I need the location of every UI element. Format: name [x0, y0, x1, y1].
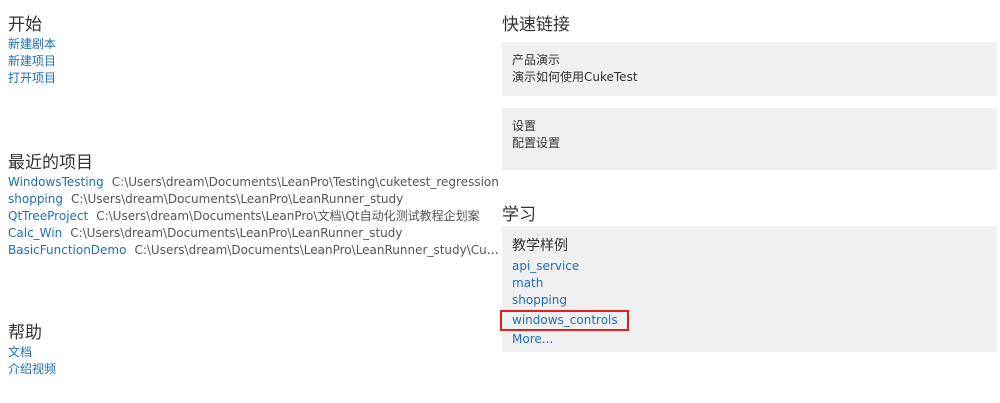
sample-shopping-link[interactable]: shopping [512, 292, 987, 309]
recent-title: 最近的项目 [8, 153, 93, 173]
settings-card[interactable]: 设置 配置设置 [502, 108, 997, 170]
list-item: QtTreeProject C:\Users\dream\Documents\Le… [8, 208, 500, 225]
card-title: 产品演示 [512, 53, 561, 67]
recent-project-path: C:\Users\dream\Documents\LeanPro\LeanRun… [70, 226, 403, 240]
recent-project-path: C:\Users\dream\Documents\LeanPro\LeanRun… [134, 243, 500, 257]
recent-project-path: C:\Users\dream\Documents\LeanPro\文档\Qt自动… [96, 209, 480, 223]
list-item: BasicFunctionDemo C:\Users\dream\Document… [8, 242, 500, 259]
recent-project-path: C:\Users\dream\Documents\LeanPro\Testing… [111, 175, 499, 189]
recent-project-link[interactable]: BasicFunctionDemo [8, 243, 126, 257]
sample-math-link[interactable]: math [512, 275, 987, 292]
samples-card: 教学样例 api_service math shopping windows_c… [500, 226, 997, 352]
help-title: 帮助 [8, 323, 42, 343]
recent-project-link[interactable]: QtTreeProject [8, 209, 88, 223]
recent-project-path: C:\Users\dream\Documents\LeanPro\LeanRun… [71, 192, 404, 206]
docs-link[interactable]: 文档 [8, 344, 56, 361]
sample-api-service-link[interactable]: api_service [512, 258, 987, 275]
samples-title: 教学样例 [512, 238, 568, 254]
new-project-link[interactable]: 新建项目 [8, 53, 56, 70]
start-title: 开始 [8, 15, 42, 35]
new-script-link[interactable]: 新建剧本 [8, 36, 56, 53]
card-desc: 配置设置 [512, 136, 561, 150]
list-item: WindowsTesting C:\Users\dream\Documents\L… [8, 174, 500, 191]
recent-project-link[interactable]: Calc_Win [8, 226, 62, 240]
card-desc: 演示如何使用CukeTest [512, 70, 638, 84]
learn-title: 学习 [502, 205, 536, 225]
list-item: shopping C:\Users\dream\Documents\LeanPro… [8, 191, 500, 208]
recent-project-link[interactable]: shopping [8, 192, 63, 206]
open-project-link[interactable]: 打开项目 [8, 70, 56, 87]
more-samples-link[interactable]: More... [512, 331, 987, 348]
recent-project-link[interactable]: WindowsTesting [8, 175, 104, 189]
card-title: 设置 [512, 119, 537, 133]
help-links: 文档 介绍视频 [8, 344, 56, 378]
list-item: Calc_Win C:\Users\dream\Documents\LeanPro… [8, 225, 500, 242]
intro-video-link[interactable]: 介绍视频 [8, 361, 56, 378]
sample-windows-controls-link[interactable]: windows_controls [500, 310, 629, 331]
recent-list: WindowsTesting C:\Users\dream\Documents\L… [8, 174, 500, 259]
product-demo-card[interactable]: 产品演示 演示如何使用CukeTest [502, 42, 997, 96]
start-links: 新建剧本 新建项目 打开项目 [8, 36, 56, 87]
quicklinks-title: 快速链接 [502, 15, 570, 35]
